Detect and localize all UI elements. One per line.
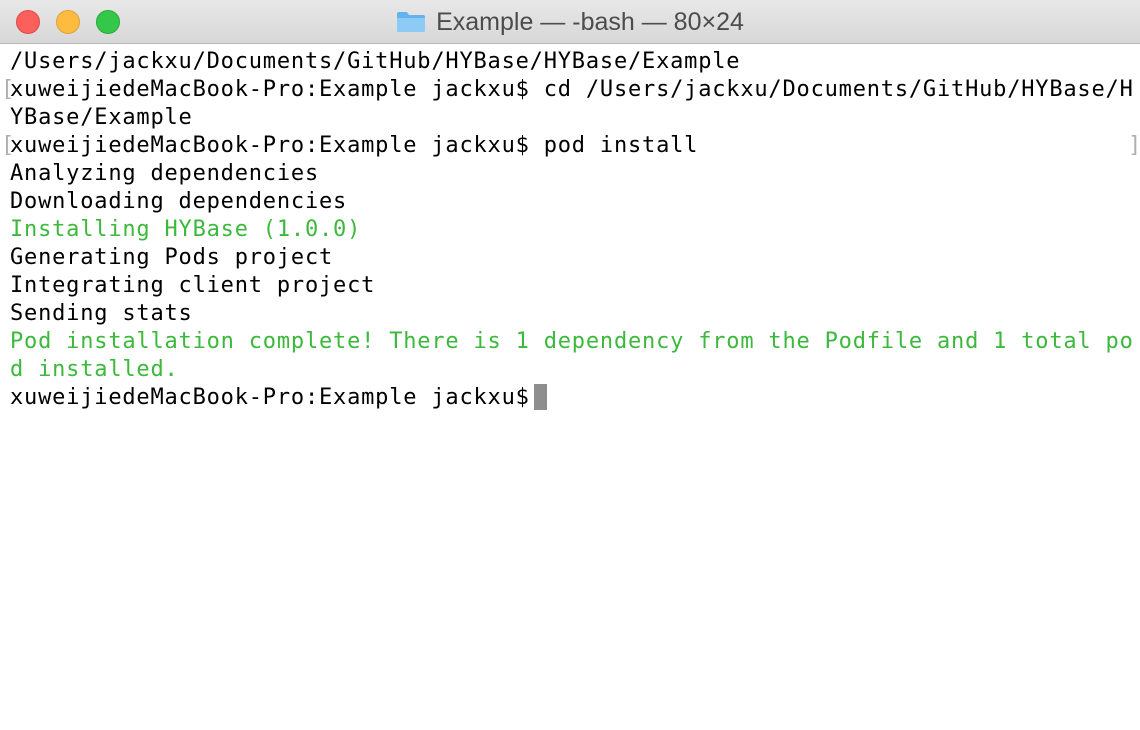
terminal-line-success: Installing HYBase (1.0.0): [10, 217, 362, 242]
terminal-line: Integrating client project: [10, 273, 376, 298]
window-title: Example — -bash — 80×24: [436, 7, 744, 36]
terminal-line: Analyzing dependencies: [10, 161, 319, 186]
text-cursor: [533, 384, 547, 410]
terminal-line-success: d installed.: [10, 357, 179, 382]
terminal-line: Sending stats: [10, 301, 193, 326]
terminal-line: xuweijiedeMacBook-Pro:Example jackxu$ cd…: [10, 77, 1134, 102]
window-title-group: Example — -bash — 80×24: [0, 0, 1140, 44]
mark-bracket-right: ]: [1128, 133, 1140, 158]
terminal-line: /Users/jackxu/Documents/GitHub/HYBase/HY…: [10, 49, 741, 74]
terminal-line: xuweijiedeMacBook-Pro:Example jackxu$ po…: [10, 133, 699, 158]
folder-icon: [396, 11, 426, 33]
terminal-window: Example — -bash — 80×24 /Users/jackxu/Do…: [0, 0, 1140, 730]
terminal-line-success: Pod installation complete! There is 1 de…: [10, 329, 1134, 354]
title-bar[interactable]: Example — -bash — 80×24: [0, 0, 1140, 44]
terminal-output[interactable]: /Users/jackxu/Documents/GitHub/HYBase/HY…: [0, 48, 1140, 730]
terminal-line: Generating Pods project: [10, 245, 334, 270]
terminal-line: Downloading dependencies: [10, 189, 348, 214]
terminal-line: YBase/Example: [10, 105, 193, 130]
terminal-prompt-line[interactable]: xuweijiedeMacBook-Pro:Example jackxu$: [10, 384, 547, 412]
shell-prompt: xuweijiedeMacBook-Pro:Example jackxu$: [10, 385, 530, 410]
